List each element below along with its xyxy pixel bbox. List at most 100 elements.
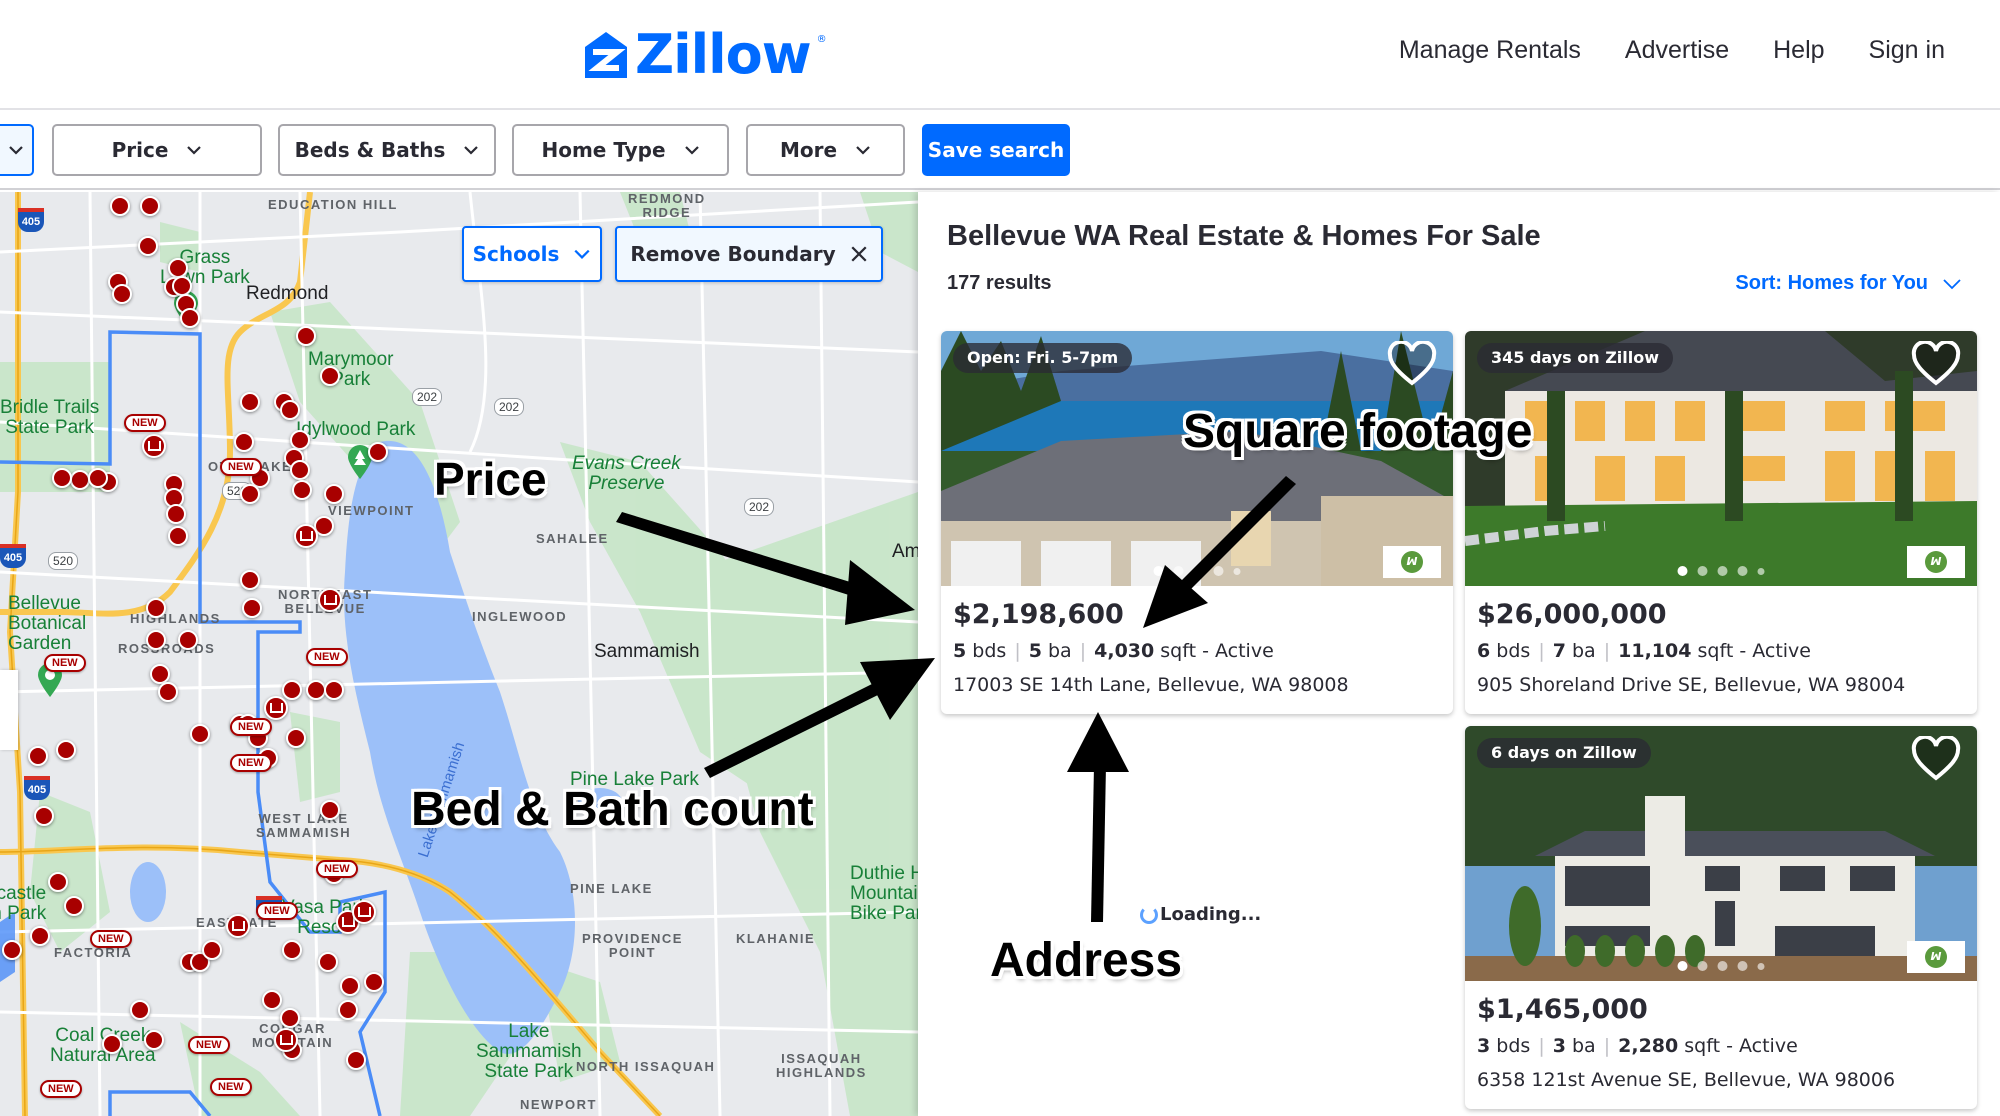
listing-map-pin[interactable] <box>292 480 312 500</box>
schools-dropdown-button[interactable]: Schools <box>462 226 602 282</box>
sort-dropdown[interactable]: Sort: Homes for You <box>1735 272 1962 295</box>
listing-map-pin[interactable] <box>172 276 192 296</box>
listing-map-pin[interactable] <box>2 940 22 960</box>
nav-help[interactable]: Help <box>1773 36 1824 65</box>
listing-map-pin[interactable] <box>158 682 178 702</box>
listing-map-pin[interactable] <box>52 468 72 488</box>
favorite-heart-icon[interactable] <box>1911 736 1961 782</box>
listing-map-pin[interactable] <box>320 800 340 820</box>
listing-map-pin[interactable] <box>324 484 344 504</box>
new-listing-tag[interactable]: NEW <box>256 902 298 920</box>
listing-map-pin[interactable] <box>318 952 338 972</box>
listing-map-pin[interactable] <box>190 724 210 744</box>
new-listing-tag[interactable]: NEW <box>230 718 272 736</box>
new-listing-tag[interactable]: NEW <box>44 654 86 672</box>
listing-card[interactable]: 6 days on Zillow ꟽ $1,465,000 3 bds | 3 ba… <box>1465 726 1977 1109</box>
listing-map-pin[interactable] <box>180 308 200 328</box>
listing-map-pin[interactable] <box>296 326 316 346</box>
listing-map-pin[interactable] <box>240 570 260 590</box>
open-house-map-pin[interactable] <box>274 1028 298 1052</box>
listing-map-pin[interactable] <box>140 196 160 216</box>
listing-address[interactable]: 905 Shoreland Drive SE, Bellevue, WA 980… <box>1477 674 1965 696</box>
listing-map-pin[interactable] <box>242 598 262 618</box>
listing-map-pin[interactable] <box>138 236 158 256</box>
listing-map-pin[interactable] <box>28 746 48 766</box>
open-house-map-pin[interactable] <box>264 696 288 720</box>
open-house-map-pin[interactable] <box>226 914 250 938</box>
open-house-map-pin[interactable] <box>318 588 342 612</box>
listing-map-pin[interactable] <box>168 258 188 278</box>
open-house-map-pin[interactable] <box>142 434 166 458</box>
listing-map-pin[interactable] <box>324 680 344 700</box>
listing-map-pin[interactable] <box>320 366 340 386</box>
new-listing-tag[interactable]: NEW <box>90 930 132 948</box>
listing-map-pin[interactable] <box>346 1050 366 1070</box>
listing-map-pin[interactable] <box>168 526 188 546</box>
listing-map-pin[interactable] <box>166 504 186 524</box>
listing-map-pin[interactable] <box>56 740 76 760</box>
new-listing-tag[interactable]: NEW <box>124 414 166 432</box>
listing-map-pin[interactable] <box>144 1030 164 1050</box>
nav-advertise[interactable]: Advertise <box>1625 36 1729 65</box>
listing-map-pin[interactable] <box>290 430 310 450</box>
nav-sign-in[interactable]: Sign in <box>1869 36 1945 65</box>
listing-card[interactable]: 345 days on Zillow ꟽ $26,000,000 6 bds | 7… <box>1465 331 1977 714</box>
listing-map-pin[interactable] <box>48 872 68 892</box>
remove-boundary-button[interactable]: Remove Boundary <box>615 226 883 282</box>
listing-map-pin[interactable] <box>112 284 132 304</box>
favorite-heart-icon[interactable] <box>1387 341 1437 387</box>
new-listing-tag[interactable]: NEW <box>188 1036 230 1054</box>
filter-home-type-button[interactable]: Home Type <box>512 124 729 176</box>
listing-map-pin[interactable] <box>70 470 90 490</box>
listing-photo[interactable]: Open: Fri. 5-7pm ꟽ <box>941 331 1453 586</box>
filter-for-sale-button[interactable] <box>0 124 34 176</box>
listing-map-pin[interactable] <box>306 680 326 700</box>
listing-map-pin[interactable] <box>102 1034 122 1054</box>
listing-map-pin[interactable] <box>130 1000 150 1020</box>
open-house-map-pin[interactable] <box>294 524 318 548</box>
listing-map-pin[interactable] <box>64 896 84 916</box>
save-search-button[interactable]: Save search <box>922 124 1070 176</box>
new-listing-tag[interactable]: NEW <box>230 754 272 772</box>
listing-map-pin[interactable] <box>146 630 166 650</box>
listing-map-pin[interactable] <box>290 460 310 480</box>
listing-map-pin[interactable] <box>368 442 388 462</box>
listing-map-pin[interactable] <box>282 680 302 700</box>
map-side-widget[interactable] <box>0 670 18 750</box>
listing-map-pin[interactable] <box>234 432 254 452</box>
listing-map-pin[interactable] <box>110 196 130 216</box>
listing-map-pin[interactable] <box>30 926 50 946</box>
new-listing-tag[interactable]: NEW <box>316 860 358 878</box>
listing-map-pin[interactable] <box>146 598 166 618</box>
listing-photo[interactable]: 6 days on Zillow ꟽ <box>1465 726 1977 981</box>
listing-address[interactable]: 6358 121st Avenue SE, Bellevue, WA 98006 <box>1477 1069 1965 1091</box>
favorite-heart-icon[interactable] <box>1911 341 1961 387</box>
photo-carousel-dots[interactable] <box>1677 566 1765 576</box>
map-view[interactable]: EDUCATION HILL REDMONDRIDGE OVERLAKE VIE… <box>0 192 918 1116</box>
listing-map-pin[interactable] <box>286 728 306 748</box>
listing-card[interactable]: Open: Fri. 5-7pm ꟽ $2,198,600 5 bds | 5 ba… <box>941 331 1453 714</box>
nav-manage-rentals[interactable]: Manage Rentals <box>1399 36 1581 65</box>
new-listing-tag[interactable]: NEW <box>40 1080 82 1098</box>
listing-map-pin[interactable] <box>280 1008 300 1028</box>
listing-map-pin[interactable] <box>364 972 384 992</box>
listing-map-pin[interactable] <box>240 392 260 412</box>
photo-carousel-dots[interactable] <box>1153 566 1241 576</box>
listing-address[interactable]: 17003 SE 14th Lane, Bellevue, WA 98008 <box>953 674 1441 696</box>
listing-map-pin[interactable] <box>240 484 260 504</box>
listing-map-pin[interactable] <box>178 630 198 650</box>
new-listing-tag[interactable]: NEW <box>306 648 348 666</box>
listing-map-pin[interactable] <box>202 940 222 960</box>
filter-beds-baths-button[interactable]: Beds & Baths <box>278 124 496 176</box>
zillow-logo[interactable]: Zillow ® <box>583 28 827 82</box>
listing-map-pin[interactable] <box>262 990 282 1010</box>
listing-map-pin[interactable] <box>88 468 108 488</box>
listing-map-pin[interactable] <box>338 1000 358 1020</box>
open-house-map-pin[interactable] <box>352 900 376 924</box>
filter-more-button[interactable]: More <box>746 124 905 176</box>
new-listing-tag[interactable]: NEW <box>220 458 262 476</box>
listing-map-pin[interactable] <box>280 400 300 420</box>
filter-price-button[interactable]: Price <box>52 124 262 176</box>
listing-map-pin[interactable] <box>282 940 302 960</box>
photo-carousel-dots[interactable] <box>1677 961 1765 971</box>
